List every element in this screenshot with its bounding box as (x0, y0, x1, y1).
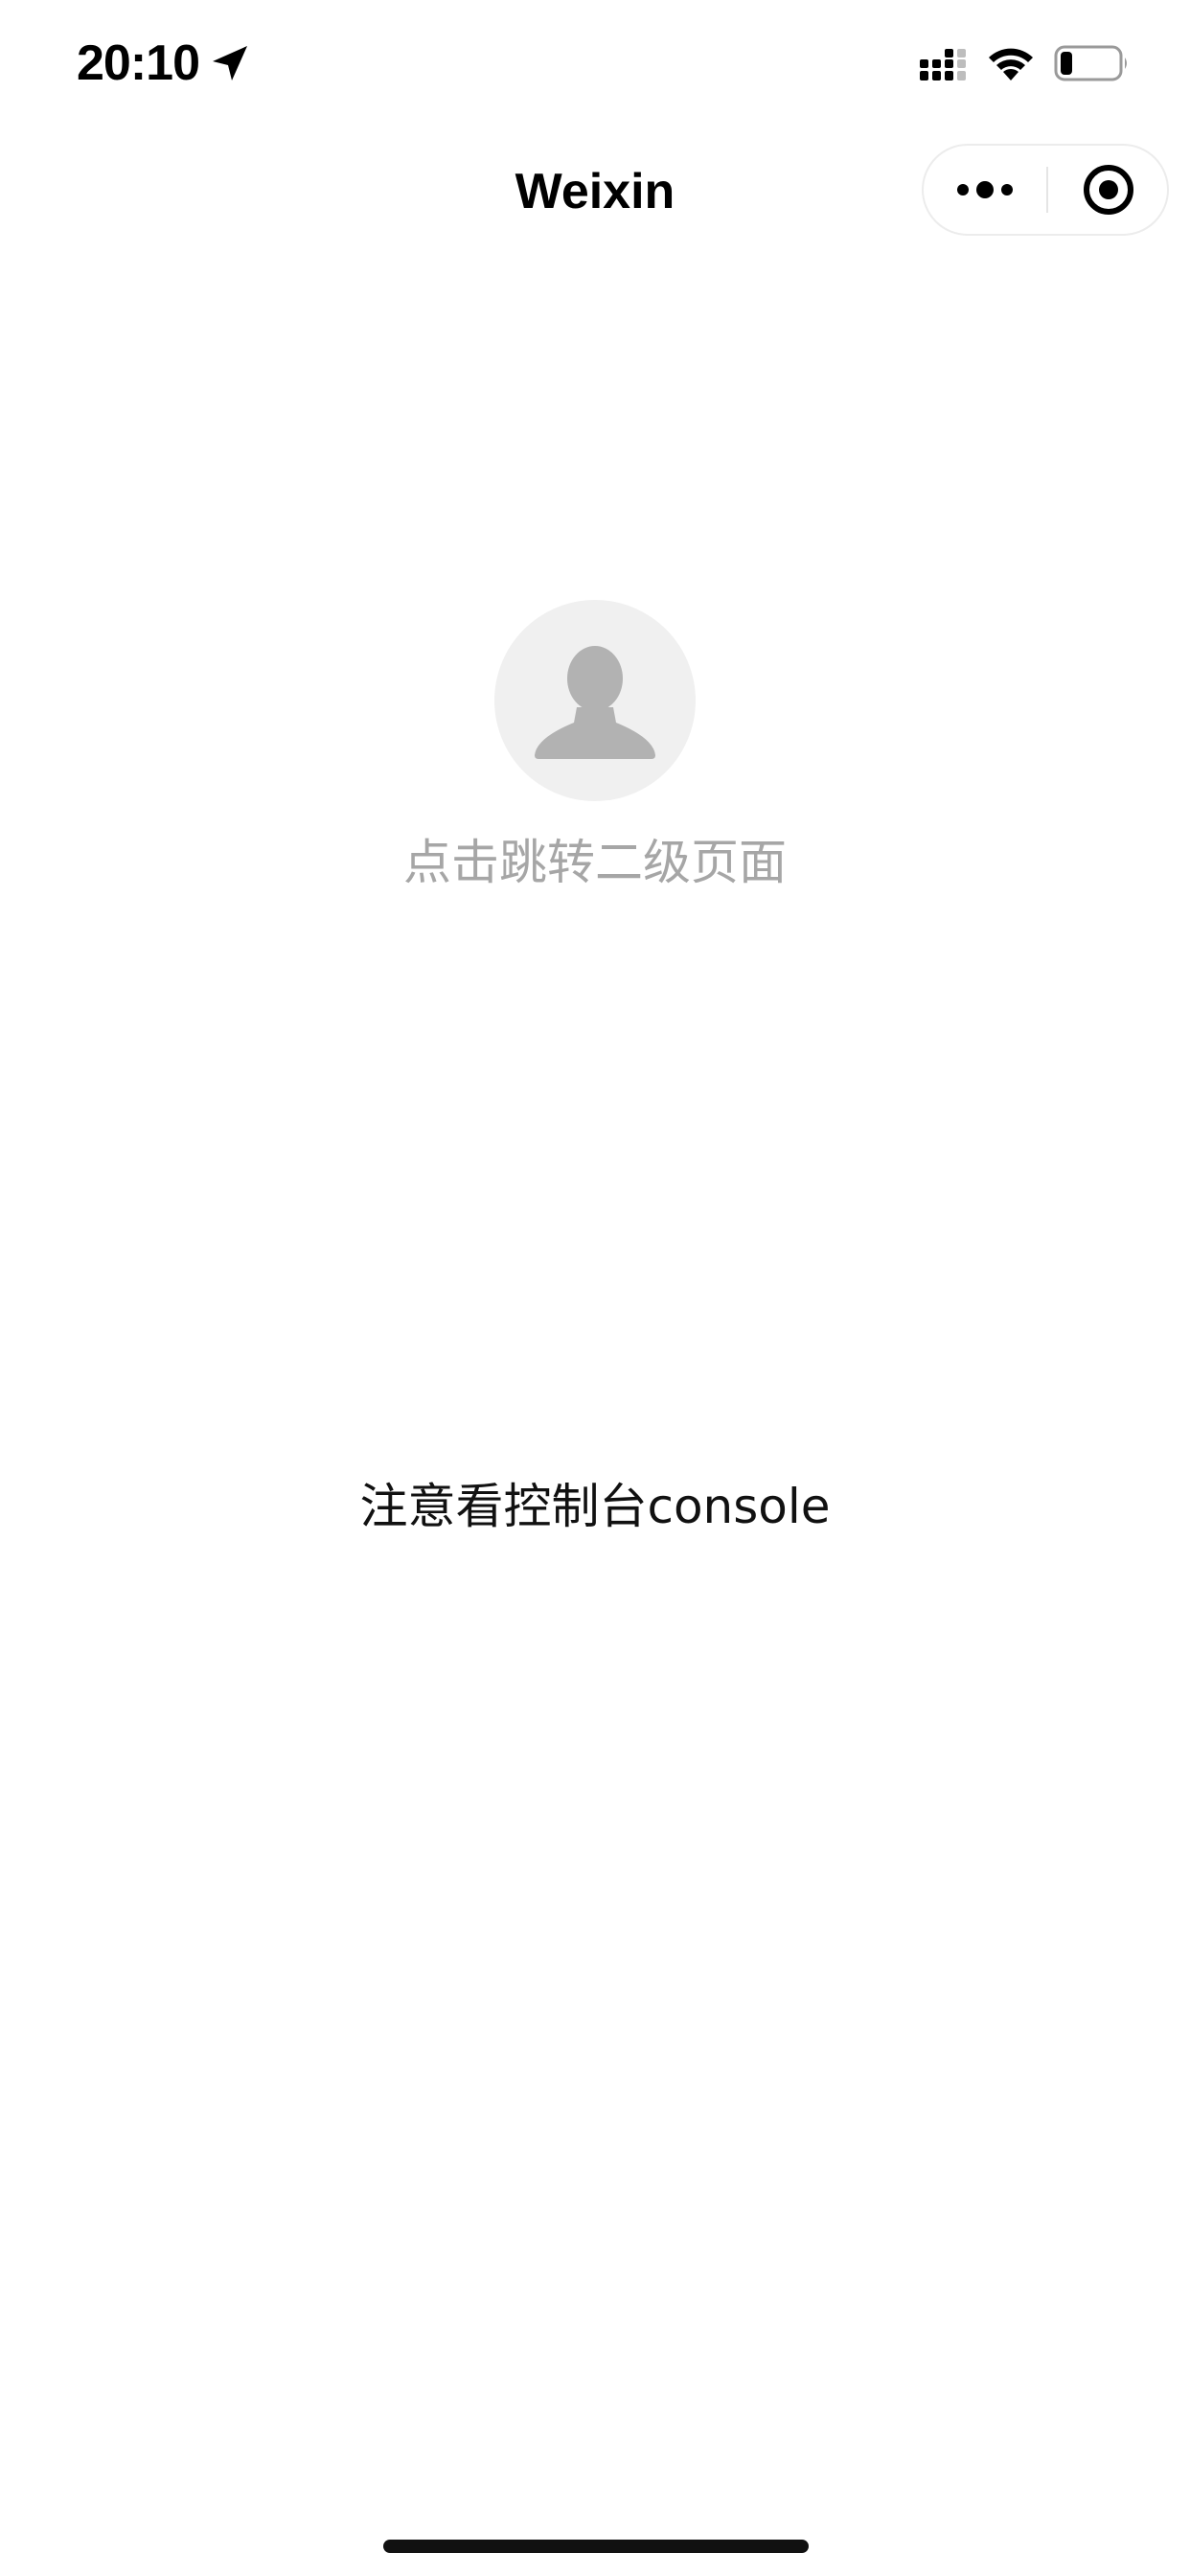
signal-icon (918, 48, 972, 82)
location-arrow-icon (209, 42, 251, 84)
status-bar: 20:10 (0, 0, 1190, 126)
mini-program-capsule (922, 144, 1169, 236)
home-indicator (383, 2540, 809, 2553)
avatar-link[interactable]: 点击跳转二级页面 (0, 600, 1190, 907)
more-button[interactable] (924, 146, 1046, 234)
wifi-icon (987, 46, 1035, 82)
more-dots-icon (957, 181, 1013, 198)
battery-icon (1054, 44, 1131, 82)
status-time: 20:10 (77, 35, 200, 91)
console-hint-text: 注意看控制台console (359, 1479, 831, 1534)
person-silhouette-icon (535, 646, 655, 759)
close-button[interactable] (1048, 146, 1169, 234)
navigation-bar: Weixin (0, 126, 1190, 253)
avatar-caption[interactable]: 点击跳转二级页面 (0, 834, 1190, 891)
target-close-icon (1084, 165, 1133, 215)
avatar[interactable] (494, 600, 696, 801)
